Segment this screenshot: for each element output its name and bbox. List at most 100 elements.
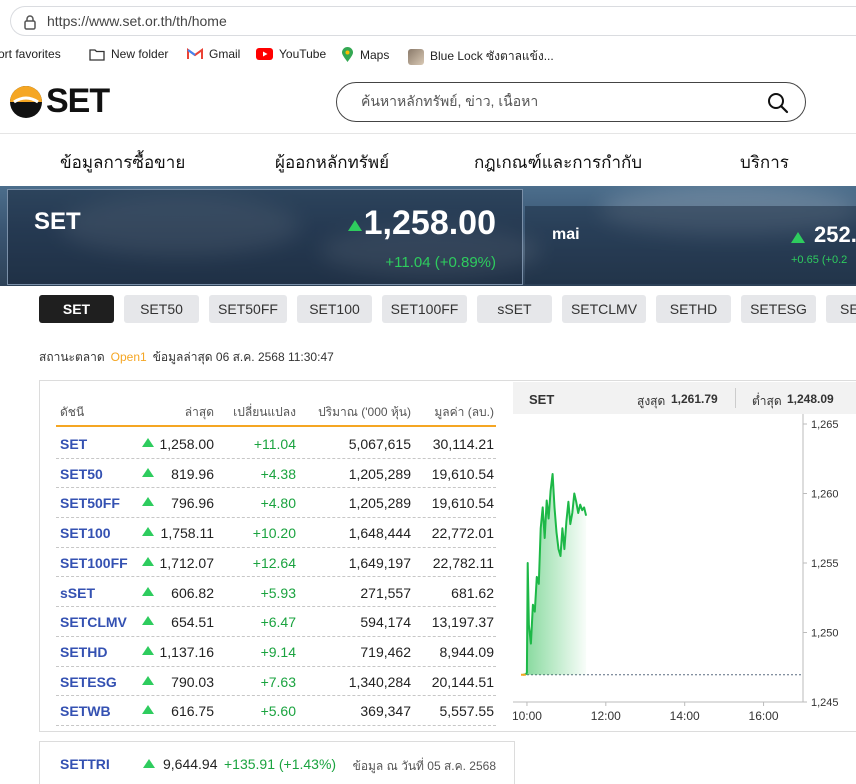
cell-volume: 719,462 [360,643,411,660]
market-status: สถานะตลาด Open1 ข้อมูลล่าสุด 06 ส.ค. 2568 … [39,348,334,367]
cell-last: 1,712.07 [159,554,215,571]
url-text: https://www.set.or.th/th/home [47,13,227,29]
y-tick-label: 1,250 [811,628,839,640]
search-icon[interactable] [767,92,789,119]
cell-last: 819.96 [171,465,214,482]
lock-icon[interactable] [23,14,37,35]
index-symbol-link[interactable]: SET100 [60,525,111,541]
index-symbol-link[interactable]: SETHD [60,644,107,660]
chart-header: SET สูงสุด 1,261.79 ต่ำสุด 1,248.09 [513,382,856,414]
set-logo-icon [10,85,42,118]
cell-value: 8,944.09 [439,643,495,660]
up-arrow-icon [142,586,154,596]
index-symbol-link[interactable]: SET [60,436,87,452]
tab-set100[interactable]: SET100 [297,295,372,323]
chart-high-value: 1,261.79 [671,392,718,406]
x-tick-label: 14:00 [670,709,700,723]
index-symbol-link[interactable]: SETWB [60,703,111,719]
cell-last: 616.75 [171,703,214,720]
bookmark-favorites[interactable]: ort favorites [0,47,61,61]
up-arrow-icon [142,527,154,537]
search-input[interactable] [361,93,761,109]
chart-high-label: สูงสุด [637,394,666,408]
cell-volume: 1,648,444 [348,525,411,542]
maps-icon [342,47,353,62]
nav-trading-info[interactable]: ข้อมูลการซื้อขาย [60,149,185,176]
tab-sset[interactable]: sSET [477,295,552,323]
tab-setclmv[interactable]: SETCLMV [562,295,646,323]
index-symbol-link[interactable]: SETCLMV [60,614,127,630]
tab-set100ff[interactable]: SET100FF [382,295,467,323]
index-symbol-link[interactable]: SET50 [60,466,103,482]
table-row[interactable]: SETESG 790.03 +7.63 1,340,284 20,144.51 [56,667,496,697]
tab-set50ff[interactable]: SET50FF [209,295,287,323]
chart-low-label: ต่ำสุด [752,394,782,408]
cell-last: 1,258.00 [159,436,215,452]
bookmark-gmail[interactable]: Gmail [187,47,240,61]
gmail-icon [187,48,203,59]
table-header: ดัชนี ล่าสุด เปลี่ยนแปลง ปริมาณ ('000 หุ… [56,395,496,427]
cell-value: 19,610.54 [431,495,494,512]
last-updated: ข้อมูลล่าสุด 06 ส.ค. 2568 11:30:47 [152,350,334,364]
anime-avatar-icon [408,48,424,65]
cell-value: 20,144.51 [431,673,494,690]
cell-volume: 594,174 [360,614,411,631]
nav-services[interactable]: บริการ [740,149,789,176]
url-field[interactable]: https://www.set.or.th/th/home [10,6,856,36]
up-arrow-icon [142,705,154,715]
nav-rules[interactable]: กฎเกณฑ์และการกำกับ [474,149,642,176]
tab-setesg[interactable]: SETESG [741,295,816,323]
index-symbol-link[interactable]: SET100FF [60,555,128,571]
table-row[interactable]: SET50 819.96 +4.38 1,205,289 19,610.54 [56,459,496,489]
intraday-chart[interactable]: SET สูงสุด 1,261.79 ต่ำสุด 1,248.09 1,26… [513,382,856,730]
search-box[interactable] [336,82,806,122]
table-row[interactable]: SET 1,258.00 +11.04 5,067,615 30,114.21 [56,429,496,459]
table-row[interactable]: SET100 1,758.11 +10.20 1,648,444 22,772.01 [56,518,496,548]
cell-change: +4.80 [260,495,296,512]
bookmark-blue-lock[interactable]: Blue Lock ซังตาลแข้ง... [408,47,554,66]
tab-set[interactable]: SET [39,295,114,323]
mai-index-value: 252. [814,222,856,247]
tab-more[interactable]: SE [826,295,856,323]
index-banner: SET 1,258.00 +11.04 (+0.89%) mai 252. +0… [0,186,856,286]
table-row[interactable]: SETWB 616.75 +5.60 369,347 5,557.55 [56,696,496,726]
index-symbol-link[interactable]: SETESG [60,674,117,690]
set-logo[interactable]: SET [8,82,110,121]
market-status-state: Open1 [110,350,147,364]
x-tick-label: 12:00 [591,709,621,723]
tab-set50[interactable]: SET50 [124,295,199,323]
bookmark-new-folder[interactable]: New folder [89,47,168,61]
divider [735,388,736,408]
cell-value: 13,197.37 [431,614,494,631]
nav-issuers[interactable]: ผู้ออกหลักทรัพย์ [275,149,389,176]
col-change: เปลี่ยนแปลง [233,405,296,419]
bookmark-youtube[interactable]: YouTube [256,47,326,61]
index-symbol-link[interactable]: sSET [60,585,95,601]
cell-change: +12.64 [252,554,296,571]
mai-index-change: +0.65 (+0.2 [791,254,848,266]
y-tick-label: 1,255 [811,558,839,570]
set-index-card[interactable]: SET 1,258.00 +11.04 (+0.89%) [7,189,523,285]
set-index-change: +11.04 (+0.89%) [385,254,496,271]
y-tick-label: 1,245 [811,697,839,709]
table-row[interactable]: SETCLMV 654.51 +6.47 594,174 13,197.37 [56,607,496,637]
up-arrow-icon [142,467,154,477]
mai-index-card[interactable]: mai 252. +0.65 (+0.2 [525,206,856,284]
chart-plot: 1,265 1,260 1,255 1,250 1,245 10:00 12:00 14:00… [513,414,839,723]
cell-volume: 1,205,289 [348,465,411,482]
index-symbol-link[interactable]: SET50FF [60,495,120,511]
settri-symbol[interactable]: SETTRI [60,756,110,772]
site-header: SET [0,68,856,134]
table-row[interactable]: SET100FF 1,712.07 +12.64 1,649,197 22,782.11 [56,548,496,578]
y-tick-label: 1,265 [811,419,839,431]
index-panel: ดัชนี ล่าสุด เปลี่ยนแปลง ปริมาณ ('000 หุ… [39,380,856,732]
table-row[interactable]: sSET 606.82 +5.93 271,557 681.62 [56,578,496,608]
cell-value: 19,610.54 [431,465,494,482]
bookmark-maps[interactable]: Maps [341,47,389,63]
up-arrow-icon [142,675,154,685]
tab-sethd[interactable]: SETHD [656,295,731,323]
cell-value: 5,557.55 [439,703,495,720]
table-row[interactable]: SETHD 1,137.16 +9.14 719,462 8,944.09 [56,637,496,667]
table-row[interactable]: SET50FF 796.96 +4.80 1,205,289 19,610.54 [56,488,496,519]
cell-volume: 369,347 [360,703,411,720]
